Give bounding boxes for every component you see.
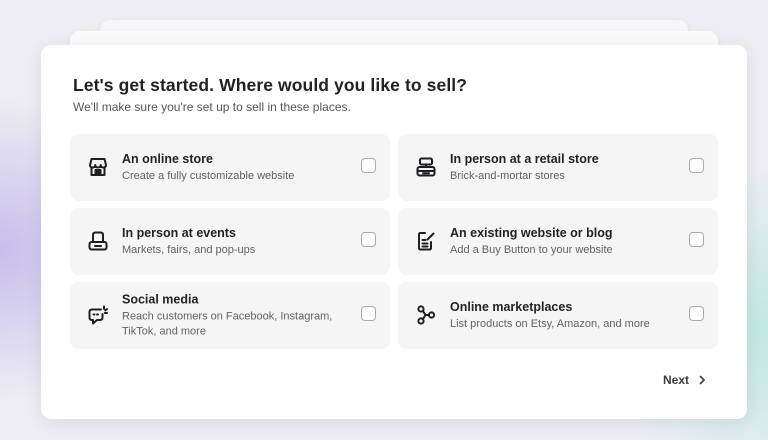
option-checkbox[interactable]	[361, 306, 376, 321]
storefront-icon	[86, 155, 110, 179]
option-checkbox[interactable]	[689, 158, 704, 173]
option-title: In person at a retail store	[450, 151, 599, 166]
option-description: List products on Etsy, Amazon, and more	[450, 317, 650, 330]
page-title: Let's get started. Where would you like …	[73, 75, 468, 95]
option-title: Social media	[122, 292, 199, 306]
option-checkbox[interactable]	[689, 232, 704, 247]
next-button-label: Next	[662, 373, 689, 387]
option-title: An online store	[122, 151, 213, 166]
option-title: In person at events	[122, 225, 236, 240]
option-description: Add a Buy Button to your website	[450, 243, 613, 256]
chevron-right-icon	[697, 375, 707, 385]
card-reader-icon	[86, 229, 110, 253]
option-retail-store[interactable]: In person at a retail store Brick-and-mo…	[398, 134, 718, 201]
option-checkbox[interactable]	[689, 306, 704, 321]
onboarding-card: Let's get started. Where would you like …	[41, 45, 747, 419]
option-title: An existing website or blog	[450, 225, 613, 240]
option-description: Create a fully customizable website	[122, 169, 295, 182]
option-online-store[interactable]: An online store Create a fully customiza…	[70, 134, 390, 201]
option-checkbox[interactable]	[361, 232, 376, 247]
next-button[interactable]: Next	[663, 373, 707, 387]
option-existing-website[interactable]: An existing website or blog Add a Buy Bu…	[398, 208, 718, 275]
option-online-marketplaces[interactable]: Online marketplaces List products on Ets…	[398, 282, 718, 349]
option-description: Markets, fairs, and pop-ups	[122, 243, 256, 256]
chat-bubble-icon	[86, 303, 110, 327]
option-events[interactable]: In person at events Markets, fairs, and …	[70, 208, 390, 275]
option-description: Brick-and-mortar stores	[450, 169, 565, 182]
option-social-media[interactable]: Social media Reach customers on Facebook…	[70, 282, 390, 349]
option-checkbox[interactable]	[361, 158, 376, 173]
option-title: Online marketplaces	[450, 299, 573, 314]
page-subtitle: We'll make sure you're set up to sell in…	[73, 100, 351, 114]
nodes-icon	[414, 303, 438, 327]
sales-channel-options: An online store Create a fully customiza…	[70, 134, 718, 349]
edit-document-icon	[414, 229, 438, 253]
pos-terminal-icon	[414, 155, 438, 179]
option-description: Reach customers on Facebook, Instagram, …	[122, 310, 333, 337]
